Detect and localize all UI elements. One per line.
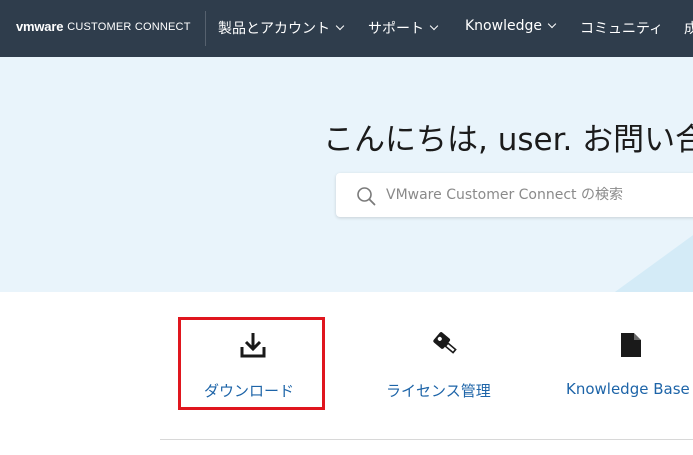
nav-community[interactable]: コミュニティ	[580, 18, 663, 38]
nav-products-accounts[interactable]: 製品とアカウント	[218, 18, 345, 38]
quick-link-knowledge-base[interactable]: Knowledge Base	[562, 320, 693, 407]
quick-link-label: Knowledge Base	[566, 380, 690, 398]
section-divider	[160, 439, 693, 440]
nav-label: サポート	[368, 21, 424, 37]
quick-link-label: ライセンス管理	[386, 382, 491, 400]
chevron-down-icon	[335, 21, 345, 31]
nav-divider	[205, 11, 206, 46]
chevron-down-icon	[547, 19, 557, 29]
nav-support[interactable]: サポート	[368, 18, 439, 38]
highlight-box	[178, 317, 325, 410]
chevron-down-icon	[429, 21, 439, 31]
nav-label: 製品とアカウント	[218, 21, 330, 37]
greeting-heading: こんにちは, user. お問い合	[323, 122, 693, 158]
quick-link-license-management[interactable]: ライセンス管理	[380, 320, 505, 407]
brand-name: CUSTOMER CONNECT	[67, 20, 191, 33]
search-box[interactable]	[336, 173, 693, 217]
vmware-logo: vmware	[16, 19, 64, 34]
document-icon	[621, 333, 641, 357]
nav-label: Knowledge	[465, 18, 542, 34]
nav-label: コミュニティ	[580, 21, 664, 37]
search-icon	[357, 187, 376, 206]
hero-banner: こんにちは, user. お問い合	[0, 57, 693, 292]
nav-knowledge[interactable]: Knowledge	[465, 18, 557, 34]
search-input[interactable]	[386, 173, 693, 217]
nav-label: 成	[684, 21, 693, 37]
hero-decoration	[608, 217, 693, 292]
brand-logo[interactable]: vmware CUSTOMER CONNECT	[16, 19, 191, 34]
nav-partial-item[interactable]: 成	[684, 18, 693, 38]
top-navigation-bar: vmware CUSTOMER CONNECT 製品とアカウント サポート Kn…	[0, 0, 693, 57]
key-icon	[433, 332, 457, 354]
